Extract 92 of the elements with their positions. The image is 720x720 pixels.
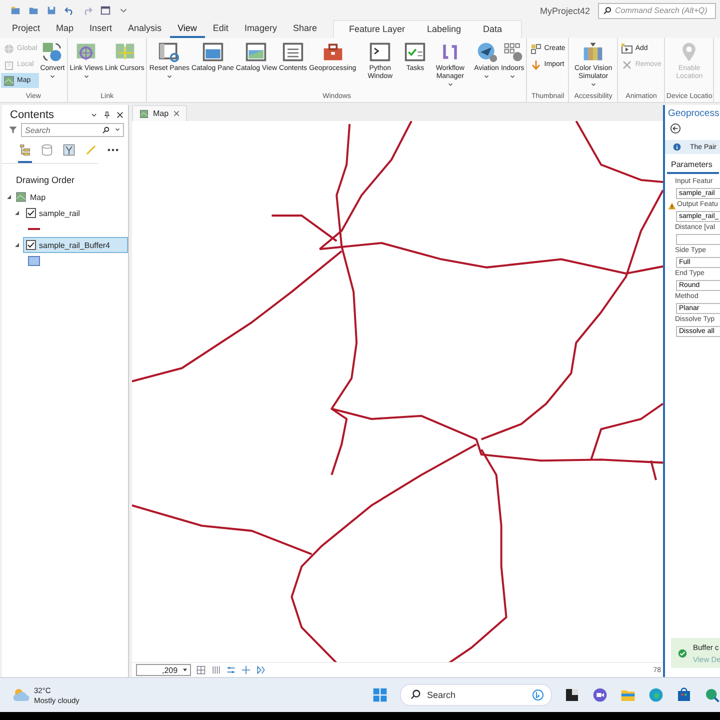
input-field[interactable] [676, 234, 720, 245]
success-icon [678, 648, 687, 658]
caret-icon [182, 667, 188, 673]
back-icon[interactable] [670, 123, 681, 134]
add-keyframe-icon [621, 42, 634, 54]
linked-views-icon [75, 41, 98, 63]
globe-magnifier-icon[interactable] [704, 687, 720, 703]
crosshair-icon[interactable] [240, 665, 251, 675]
caret-icon [509, 73, 516, 80]
pane-title: Geoprocess [667, 107, 720, 121]
checkbox[interactable] [26, 240, 36, 250]
globe-icon [3, 42, 15, 54]
search-icon [102, 126, 110, 134]
map-icon [139, 108, 149, 118]
ribbon-tab[interactable]: Edit [204, 23, 236, 38]
ribbon-tab[interactable]: Map [48, 23, 82, 38]
ribbon-tab[interactable]: Insert [82, 23, 120, 38]
folder-icon[interactable] [28, 5, 39, 16]
folder-icon[interactable] [10, 5, 21, 16]
checklist-icon [404, 41, 426, 63]
close-icon [621, 58, 634, 70]
parameters-tab[interactable]: Parameters [667, 158, 719, 174]
map-icon [15, 191, 27, 203]
pin-icon[interactable] [103, 111, 111, 119]
grid-gear-icon [502, 41, 524, 63]
columns-icon[interactable] [210, 665, 221, 675]
checkbox[interactable] [26, 208, 36, 218]
pane-title: Contents [10, 109, 54, 121]
sliders-icon[interactable] [226, 665, 236, 675]
building-icon [3, 58, 15, 70]
snap-icon[interactable] [256, 665, 266, 675]
window-icon [245, 41, 268, 63]
caret-icon [483, 73, 490, 80]
bing-icon[interactable] [532, 689, 544, 701]
browser-icon[interactable] [648, 687, 664, 703]
layer-item[interactable]: sample_rail_Buffer4 [23, 237, 128, 253]
scale-dropdown[interactable]: ,209 [136, 664, 191, 676]
store-icon[interactable] [676, 687, 692, 703]
expand-icon[interactable] [14, 210, 20, 216]
pane-icon [202, 41, 224, 63]
ribbon-tab[interactable]: Project [4, 23, 48, 38]
toolbox-icon [322, 41, 344, 63]
section-heading: Drawing Order [15, 174, 76, 187]
info-icon [673, 143, 681, 151]
window-icon[interactable] [100, 5, 111, 16]
caret-icon [590, 81, 597, 88]
selection-icon[interactable] [62, 143, 76, 157]
convert-icon [41, 41, 64, 63]
save-icon[interactable] [46, 5, 57, 16]
down-arrow-icon [530, 58, 542, 70]
ribbon-tab[interactable]: Labeling [416, 24, 472, 38]
caret-icon [446, 81, 454, 88]
ribbon-tab[interactable]: Feature Layer [338, 24, 416, 38]
app-window-icon[interactable] [564, 687, 580, 703]
expand-icon[interactable] [6, 194, 12, 200]
undo-icon[interactable] [64, 5, 75, 16]
command-search-field[interactable]: Command Search (Alt+Q) [598, 2, 716, 18]
caret-icon [82, 73, 90, 80]
drawing-order-icon[interactable] [18, 143, 32, 157]
thumbnail-icon [530, 42, 542, 54]
console-window-icon [369, 41, 392, 63]
list-window-icon [282, 41, 304, 63]
close-icon[interactable] [116, 111, 124, 119]
tree-label[interactable]: Map [30, 192, 46, 202]
taskbar-search-field[interactable]: Search [400, 684, 552, 706]
color-bars-icon [582, 41, 604, 63]
ribbon-tab[interactable]: Imagery [236, 23, 285, 38]
ribbon-tab[interactable]: Data [472, 24, 514, 38]
map-tab[interactable]: Map [132, 105, 187, 121]
map-icon [3, 74, 15, 86]
windows-logo-icon[interactable] [372, 687, 388, 703]
ribbon-tab[interactable]: Share [284, 23, 325, 38]
ribbon-tab[interactable]: Analysis [120, 23, 170, 38]
caret-icon [48, 73, 56, 80]
close-icon [172, 110, 180, 117]
layer-item[interactable]: sample_rail [23, 205, 128, 221]
filter-icon[interactable] [8, 125, 18, 135]
search-icon [603, 6, 612, 15]
caret-icon [166, 73, 173, 80]
video-chat-icon[interactable] [592, 687, 608, 703]
check-icon [27, 241, 35, 249]
project-name: MyProject42 [540, 6, 590, 16]
search-icon [410, 689, 421, 700]
airplane-icon [476, 41, 498, 63]
grid-icon[interactable] [196, 665, 206, 675]
caret-icon[interactable] [114, 126, 121, 133]
reset-panes-icon [158, 41, 180, 63]
caret-icon[interactable] [90, 111, 98, 119]
database-icon[interactable] [40, 143, 54, 157]
search-field[interactable]: Search [21, 123, 124, 137]
expand-icon[interactable] [14, 242, 20, 248]
check-icon [27, 209, 35, 217]
